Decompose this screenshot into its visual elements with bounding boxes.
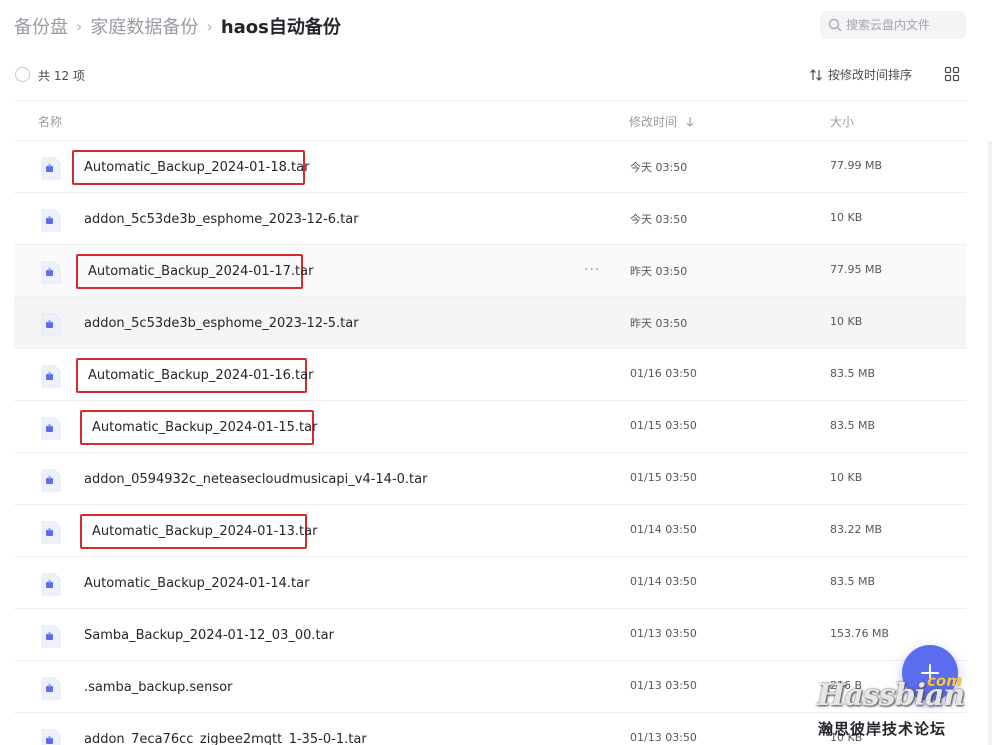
table-header: 名称 修改时间 大小	[14, 108, 966, 140]
breadcrumb-separator: ›	[206, 16, 213, 36]
file-name[interactable]: Samba_Backup_2024-01-12_03_00.tar	[84, 628, 334, 643]
file-name[interactable]: Automatic_Backup_2024-01-16.tar	[88, 368, 313, 383]
breadcrumb-separator: ›	[76, 16, 83, 36]
table-row[interactable]: addon_0594932c_neteasecloudmusicapi_v4-1…	[14, 453, 966, 505]
grid-view-icon	[944, 66, 960, 82]
file-name[interactable]: Automatic_Backup_2024-01-15.tar	[92, 420, 317, 435]
file-name[interactable]: Automatic_Backup_2024-01-14.tar	[84, 576, 309, 591]
modified-time: 01/15 03:50	[630, 419, 697, 432]
archive-file-icon	[41, 209, 61, 232]
modified-time: 今天 03:50	[630, 161, 688, 174]
archive-file-icon	[41, 625, 61, 648]
file-size: 153.76 MB	[830, 627, 890, 640]
modified-time: 今天 03:50	[630, 213, 688, 226]
modified-time: 昨天 03:50	[630, 317, 688, 330]
archive-file-icon	[41, 677, 61, 700]
archive-file-icon	[41, 729, 61, 745]
grid-view-toggle[interactable]	[944, 66, 960, 86]
select-all-checkbox[interactable]	[15, 67, 30, 82]
file-name-container: addon_5c53de3b_esphome_2023-12-5.tar	[72, 306, 361, 341]
table-row[interactable]: Automatic_Backup_2024-01-17.tar ··· 昨天 0…	[14, 245, 966, 297]
file-name[interactable]: .samba_backup.sensor	[84, 680, 232, 695]
divider	[14, 100, 966, 101]
file-name-container: addon_7eca76cc_zigbee2mqtt_1-35-0-1.tar	[72, 722, 369, 745]
file-size: 10 KB	[830, 471, 863, 484]
sort-label: 按修改时间排序	[828, 68, 913, 82]
breadcrumb-current: haos自动备份	[220, 17, 341, 38]
file-name[interactable]: Automatic_Backup_2024-01-13.tar	[92, 524, 317, 539]
watermark-suffix: com	[927, 672, 962, 690]
table-row[interactable]: addon_5c53de3b_esphome_2023-12-6.tar 今天 …	[14, 193, 966, 245]
file-size: 83.5 MB	[830, 419, 876, 432]
archive-file-icon	[41, 573, 61, 596]
highlight-box: Automatic_Backup_2024-01-16.tar	[76, 358, 313, 393]
table-row[interactable]: addon_5c53de3b_esphome_2023-12-5.tar 昨天 …	[14, 297, 966, 349]
sort-arrows-icon	[810, 68, 822, 81]
more-actions-icon[interactable]: ···	[584, 262, 600, 278]
archive-file-icon	[41, 521, 61, 544]
modified-time: 01/13 03:50	[630, 679, 697, 692]
modified-time: 01/15 03:50	[630, 471, 697, 484]
file-size: 77.95 MB	[830, 263, 883, 276]
table-row[interactable]: Samba_Backup_2024-01-12_03_00.tar 01/13 …	[14, 609, 966, 661]
highlight-box: Automatic_Backup_2024-01-13.tar	[80, 514, 317, 549]
modified-time: 01/13 03:50	[630, 731, 697, 744]
file-size: 10 KB	[830, 211, 863, 224]
file-name-container: Samba_Backup_2024-01-12_03_00.tar	[72, 618, 336, 653]
item-count: 共 12 项	[38, 69, 85, 83]
file-size: 10 KB	[830, 315, 863, 328]
search-box[interactable]	[820, 11, 966, 39]
archive-file-icon	[41, 157, 61, 180]
highlight-box: Automatic_Backup_2024-01-15.tar	[80, 410, 317, 445]
file-list: Automatic_Backup_2024-01-18.tar 今天 03:50…	[14, 141, 966, 745]
file-name[interactable]: Automatic_Backup_2024-01-18.tar	[84, 160, 309, 175]
search-input[interactable]	[846, 18, 956, 32]
archive-file-icon	[41, 261, 61, 284]
table-row[interactable]: Automatic_Backup_2024-01-14.tar 01/14 03…	[14, 557, 966, 609]
file-name-container: addon_0594932c_neteasecloudmusicapi_v4-1…	[72, 462, 429, 497]
sort-button[interactable]: 按修改时间排序	[809, 66, 912, 83]
file-size: 77.99 MB	[830, 159, 883, 172]
breadcrumb-root[interactable]: 备份盘	[14, 13, 68, 39]
breadcrumb-parent[interactable]: 家庭数据备份	[90, 13, 198, 39]
table-row[interactable]: Automatic_Backup_2024-01-16.tar 01/16 03…	[14, 349, 966, 401]
file-name-container: Automatic_Backup_2024-01-14.tar	[72, 566, 311, 601]
search-icon	[828, 18, 842, 32]
archive-file-icon	[41, 417, 61, 440]
file-size: 83.5 MB	[830, 367, 876, 380]
file-name-container: addon_5c53de3b_esphome_2023-12-6.tar	[72, 202, 361, 237]
file-size: 83.5 MB	[830, 575, 876, 588]
column-modified-label: 修改时间	[629, 115, 678, 129]
file-name[interactable]: Automatic_Backup_2024-01-17.tar	[88, 264, 313, 279]
file-name[interactable]: addon_7eca76cc_zigbee2mqtt_1-35-0-1.tar	[84, 732, 367, 745]
highlight-box: Automatic_Backup_2024-01-18.tar	[72, 150, 309, 185]
arrow-down-icon	[686, 116, 694, 127]
archive-file-icon	[41, 365, 61, 388]
table-row[interactable]: Automatic_Backup_2024-01-13.tar 01/14 03…	[14, 505, 966, 557]
watermark: Hassbian com 瀚思彼岸技术论坛	[815, 672, 990, 741]
column-name: 名称	[38, 115, 63, 129]
file-name[interactable]: addon_5c53de3b_esphome_2023-12-6.tar	[84, 212, 359, 227]
archive-file-icon	[41, 469, 61, 492]
file-size: 83.22 MB	[830, 523, 883, 536]
file-name[interactable]: addon_0594932c_neteasecloudmusicapi_v4-1…	[84, 472, 427, 487]
file-name-container: .samba_backup.sensor	[72, 670, 234, 705]
table-row[interactable]: Automatic_Backup_2024-01-18.tar 今天 03:50…	[14, 141, 966, 193]
toolbar: 共 12 项 按修改时间排序	[14, 64, 966, 86]
modified-time: 01/14 03:50	[630, 523, 697, 536]
scrollbar[interactable]	[988, 141, 992, 745]
archive-file-icon	[41, 313, 61, 336]
breadcrumb: 备份盘 › 家庭数据备份 › haos自动备份	[14, 12, 341, 40]
column-modified[interactable]: 修改时间	[629, 113, 695, 130]
file-name[interactable]: addon_5c53de3b_esphome_2023-12-5.tar	[84, 316, 359, 331]
table-row[interactable]: Automatic_Backup_2024-01-15.tar 01/15 03…	[14, 401, 966, 453]
modified-time: 01/13 03:50	[630, 627, 697, 640]
column-size: 大小	[830, 115, 855, 129]
modified-time: 01/16 03:50	[630, 367, 697, 380]
modified-time: 昨天 03:50	[630, 265, 688, 278]
watermark-text: 瀚思彼岸技术论坛	[818, 720, 947, 738]
highlight-box: Automatic_Backup_2024-01-17.tar	[76, 254, 313, 289]
modified-time: 01/14 03:50	[630, 575, 697, 588]
